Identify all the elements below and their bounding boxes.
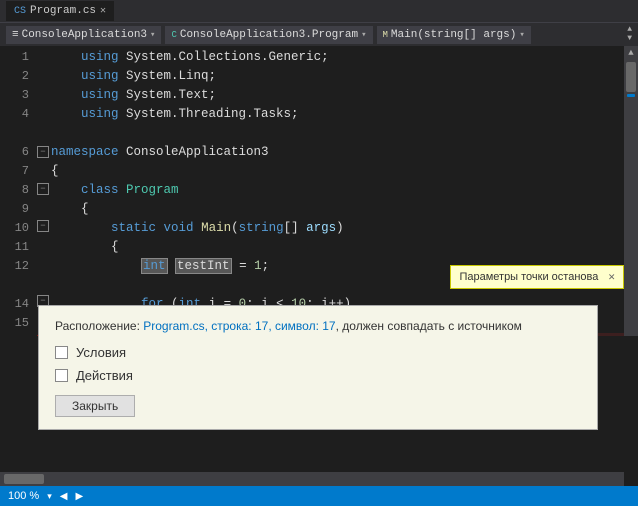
code-line-3: using System.Text; bbox=[51, 86, 638, 105]
scroll-up-icon[interactable]: ▲ bbox=[627, 26, 632, 34]
breadcrumb-method[interactable]: M Main(string[] args) ▾ bbox=[377, 26, 531, 44]
line-num-13 bbox=[0, 276, 29, 295]
breakpoint-tooltip: Параметры точки останова ✕ bbox=[450, 265, 624, 289]
line-num-9: 9 bbox=[0, 200, 29, 219]
line-num-1: 1 bbox=[0, 48, 29, 67]
scroll-position-indicator bbox=[627, 94, 635, 97]
line-numbers: 1 2 3 4 6 7 8 9 10 11 12 14 15 16 bbox=[0, 46, 35, 336]
collapse-method[interactable]: − bbox=[37, 220, 49, 232]
code-line-9: { bbox=[51, 200, 638, 219]
breakpoint-popup-content: Расположение: Program.cs, строка: 17, си… bbox=[39, 306, 597, 429]
breakpoint-location: Расположение: Program.cs, строка: 17, си… bbox=[55, 318, 581, 335]
collapse-namespace[interactable]: − bbox=[37, 146, 49, 158]
conditions-label: Условия bbox=[76, 345, 126, 360]
breadcrumb-namespace[interactable]: ≡ ConsoleApplication3 ▾ bbox=[6, 26, 161, 44]
code-line-7: { bbox=[51, 162, 638, 181]
scroll-left-button[interactable]: ◀ bbox=[60, 491, 68, 502]
line-num-15: 15 bbox=[0, 314, 29, 333]
file-tab[interactable]: CS Program.cs ✕ bbox=[6, 1, 114, 21]
breadcrumb-class-label: ConsoleApplication3.Program bbox=[180, 29, 358, 41]
breadcrumb-method-chevron: ▾ bbox=[519, 30, 524, 40]
tab-filename: Program.cs bbox=[30, 5, 96, 17]
actions-row: Действия bbox=[55, 368, 581, 383]
line-num-8: 8 bbox=[0, 181, 29, 200]
code-line-2: using System.Linq; bbox=[51, 67, 638, 86]
breadcrumb-class-chevron: ▾ bbox=[361, 30, 366, 40]
line-num-3: 3 bbox=[0, 86, 29, 105]
status-bar: 100 % ▾ ◀ ▶ bbox=[0, 486, 638, 506]
breadcrumb-namespace-label: ConsoleApplication3 bbox=[22, 29, 147, 41]
collapse-class[interactable]: − bbox=[37, 183, 49, 195]
line-num-5 bbox=[0, 124, 29, 143]
file-icon: CS bbox=[14, 6, 26, 17]
breadcrumb-scroll-buttons[interactable]: ▲ ▼ bbox=[627, 26, 632, 43]
code-line-6: namespace ConsoleApplication3 bbox=[51, 143, 638, 162]
title-bar: CS Program.cs ✕ bbox=[0, 0, 638, 22]
code-line-11: { bbox=[51, 238, 638, 257]
breadcrumb-chevron: ▾ bbox=[150, 30, 155, 40]
actions-checkbox[interactable] bbox=[55, 369, 68, 382]
code-editor[interactable]: 1 2 3 4 6 7 8 9 10 11 12 14 15 16 − − − … bbox=[0, 46, 638, 336]
code-line-1: using System.Collections.Generic; bbox=[51, 48, 638, 67]
code-line-10: static void Main(string[] args) bbox=[51, 219, 638, 238]
code-line-4: using System.Threading.Tasks; bbox=[51, 105, 638, 124]
breadcrumb-class[interactable]: C ConsoleApplication3.Program ▾ bbox=[165, 26, 372, 44]
line-num-7: 7 bbox=[0, 162, 29, 181]
line-num-4: 4 bbox=[0, 105, 29, 124]
breakpoint-tooltip-close[interactable]: ✕ bbox=[608, 270, 615, 284]
breadcrumb-method-icon: M bbox=[383, 30, 388, 40]
line-num-2: 2 bbox=[0, 67, 29, 86]
code-line-8: class Program bbox=[51, 181, 638, 200]
conditions-checkbox[interactable] bbox=[55, 346, 68, 359]
zoom-dropdown-icon[interactable]: ▾ bbox=[47, 491, 52, 502]
breadcrumb-class-icon: C bbox=[171, 30, 176, 40]
horizontal-scrollbar[interactable] bbox=[0, 472, 624, 486]
line-num-6: 6 bbox=[0, 143, 29, 162]
line-num-16: 16 bbox=[0, 333, 29, 336]
popup-close-button[interactable]: Закрыть bbox=[55, 395, 135, 417]
popup-buttons: Закрыть bbox=[55, 391, 581, 417]
code-content[interactable]: using System.Collections.Generic; using … bbox=[51, 46, 638, 336]
breadcrumb-method-label: Main(string[] args) bbox=[391, 29, 516, 41]
horizontal-scroll-thumb[interactable] bbox=[4, 474, 44, 484]
conditions-row: Условия bbox=[55, 345, 581, 360]
code-line-5 bbox=[51, 124, 638, 143]
scroll-up-button[interactable]: ▲ bbox=[628, 46, 633, 60]
location-label: Расположение: bbox=[55, 319, 140, 333]
line-num-14: 14 bbox=[0, 295, 29, 314]
line-num-12: 12 bbox=[0, 257, 29, 276]
breakpoint-settings-popup: Расположение: Program.cs, строка: 17, си… bbox=[38, 305, 598, 430]
location-suffix: , должен совпадать с источником bbox=[336, 319, 522, 333]
zoom-level: 100 % bbox=[8, 490, 39, 502]
actions-label: Действия bbox=[76, 368, 133, 383]
breadcrumb-bar: ≡ ConsoleApplication3 ▾ C ConsoleApplica… bbox=[0, 22, 638, 46]
tab-close-button[interactable]: ✕ bbox=[100, 5, 106, 17]
vertical-scrollbar[interactable]: ▲ bbox=[624, 46, 638, 336]
line-num-11: 11 bbox=[0, 238, 29, 257]
scroll-right-button[interactable]: ▶ bbox=[75, 491, 83, 502]
collapse-column: − − − − bbox=[35, 46, 51, 336]
location-link[interactable]: Program.cs, строка: 17, символ: 17 bbox=[143, 319, 335, 333]
line-num-10: 10 bbox=[0, 219, 29, 238]
breadcrumb-namespace-icon: ≡ bbox=[12, 29, 19, 41]
breakpoint-tooltip-text: Параметры точки останова bbox=[459, 271, 598, 283]
scroll-down-icon[interactable]: ▼ bbox=[627, 35, 632, 43]
scroll-thumb[interactable] bbox=[626, 62, 636, 92]
